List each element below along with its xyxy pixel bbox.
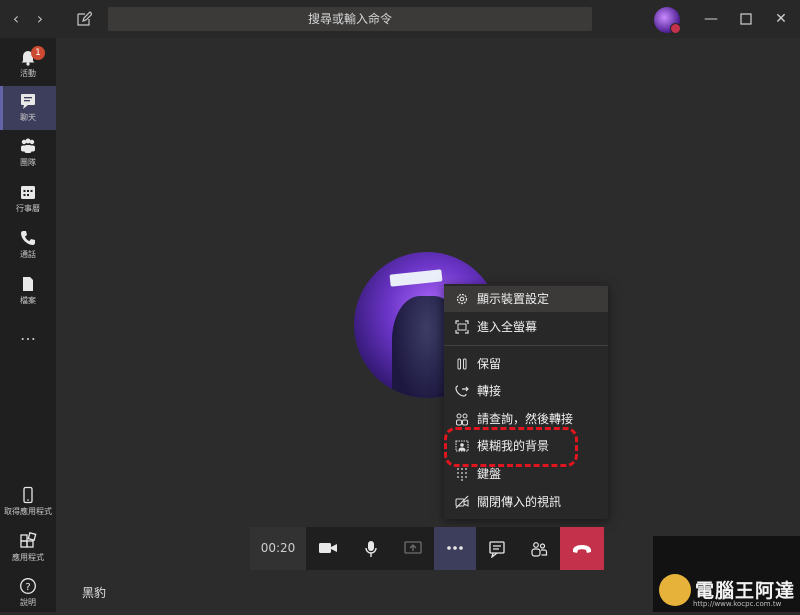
rail-item-calendar[interactable]: 行事曆 bbox=[0, 177, 56, 221]
rail-item-label: 通話 bbox=[20, 250, 36, 259]
rail-item-label: 聊天 bbox=[20, 113, 36, 122]
pause-icon bbox=[457, 358, 467, 370]
rail-item-label: 行事曆 bbox=[16, 204, 40, 213]
chevron-right-icon[interactable]: › bbox=[32, 10, 48, 28]
rail-item-get-app[interactable]: 取得應用程式 bbox=[0, 480, 56, 524]
more-options-menu: 顯示裝置設定 進入全螢幕 保留 轉接 請查詢，然後轉接 模糊我的背景 鍵盤 關閉… bbox=[444, 284, 608, 519]
app-rail: 1 活動 聊天 團隊 行事曆 通話 檔案 … 取得應用程式 應用程式 ? 說明 bbox=[0, 38, 56, 612]
menu-item-device-settings[interactable]: 顯示裝置設定 bbox=[444, 286, 608, 312]
rail-item-label: 團隊 bbox=[20, 158, 36, 167]
phone-icon bbox=[21, 231, 35, 245]
rail-item-label: 檔案 bbox=[20, 296, 36, 305]
more-options-icon bbox=[447, 546, 463, 550]
avatar-sticker bbox=[389, 269, 443, 287]
rail-item-files[interactable]: 檔案 bbox=[0, 269, 56, 313]
rail-item-activity[interactable]: 1 活動 bbox=[0, 42, 56, 86]
watermark-text: 電腦王阿達 bbox=[695, 580, 796, 602]
show-chat-button[interactable] bbox=[476, 527, 518, 570]
microphone-icon bbox=[365, 541, 377, 557]
rail-item-label: 說明 bbox=[20, 598, 36, 607]
caller-name: 黑豹 bbox=[82, 586, 107, 600]
more-options-button[interactable] bbox=[434, 527, 476, 570]
rail-item-apps[interactable]: 應用程式 bbox=[0, 526, 56, 570]
site-watermark: 電腦王阿達 http://www.kocpc.com.tw bbox=[653, 536, 800, 612]
apps-icon bbox=[20, 532, 37, 548]
share-screen-button[interactable] bbox=[392, 527, 434, 570]
rail-item-label: 活動 bbox=[20, 69, 36, 78]
menu-item-hold[interactable]: 保留 bbox=[444, 351, 608, 377]
watermark-logo bbox=[659, 574, 691, 606]
fullscreen-icon bbox=[455, 320, 469, 334]
help-icon: ? bbox=[20, 578, 36, 594]
compose-icon[interactable] bbox=[76, 11, 93, 31]
share-screen-icon bbox=[404, 541, 422, 554]
hang-up-button[interactable] bbox=[560, 527, 604, 570]
camera-icon bbox=[319, 543, 337, 553]
teams-icon bbox=[21, 138, 35, 153]
status-badge bbox=[670, 23, 681, 34]
notification-badge: 1 bbox=[31, 46, 45, 60]
avatar[interactable] bbox=[654, 7, 681, 34]
camera-button[interactable] bbox=[306, 527, 350, 570]
close-icon[interactable]: ✕ bbox=[772, 10, 790, 28]
consult-transfer-icon bbox=[456, 413, 468, 426]
chat-icon bbox=[489, 541, 505, 558]
rail-item-label: 應用程式 bbox=[12, 553, 44, 562]
menu-item-transfer[interactable]: 轉接 bbox=[444, 378, 608, 404]
more-apps-icon[interactable]: … bbox=[0, 322, 56, 348]
mobile-icon bbox=[23, 486, 33, 504]
calendar-icon bbox=[21, 186, 35, 199]
file-icon bbox=[23, 277, 33, 291]
chevron-left-icon[interactable]: ‹ bbox=[8, 10, 24, 28]
svg-text:?: ? bbox=[25, 582, 30, 593]
gear-icon bbox=[456, 293, 468, 305]
rail-item-chat[interactable]: 聊天 bbox=[0, 86, 56, 130]
participants-button[interactable] bbox=[518, 527, 560, 570]
transfer-icon bbox=[455, 385, 469, 397]
title-bar: ‹ › 搜尋或輸入命令 — ✕ bbox=[0, 0, 800, 38]
menu-item-label: 顯示裝置設定 bbox=[477, 292, 550, 306]
watermark-url: http://www.kocpc.com.tw bbox=[693, 600, 782, 608]
search-input[interactable]: 搜尋或輸入命令 bbox=[108, 7, 592, 31]
participants-icon bbox=[531, 542, 548, 557]
annotation-highlight bbox=[444, 427, 578, 467]
rail-item-label: 取得應用程式 bbox=[4, 507, 52, 516]
menu-item-label: 進入全螢幕 bbox=[477, 320, 538, 334]
call-timer: 00:20 bbox=[250, 527, 306, 570]
video-off-icon bbox=[455, 495, 469, 509]
menu-divider bbox=[444, 345, 608, 346]
menu-item-turn-off-video[interactable]: 關閉傳入的視訊 bbox=[444, 489, 608, 515]
maximize-icon[interactable] bbox=[737, 10, 755, 28]
menu-item-fullscreen[interactable]: 進入全螢幕 bbox=[444, 314, 608, 340]
rail-item-help[interactable]: ? 說明 bbox=[0, 571, 56, 615]
menu-item-label: 保留 bbox=[477, 357, 502, 371]
hang-up-icon bbox=[573, 545, 591, 553]
menu-item-label: 轉接 bbox=[477, 384, 502, 398]
minimize-icon[interactable]: — bbox=[702, 10, 720, 28]
chat-icon bbox=[21, 94, 35, 109]
menu-item-label: 關閉傳入的視訊 bbox=[477, 495, 562, 509]
rail-item-calls[interactable]: 通話 bbox=[0, 223, 56, 267]
dialpad-icon bbox=[457, 468, 467, 481]
call-controls: 00:20 bbox=[250, 527, 604, 570]
microphone-button[interactable] bbox=[350, 527, 392, 570]
rail-item-teams[interactable]: 團隊 bbox=[0, 131, 56, 175]
